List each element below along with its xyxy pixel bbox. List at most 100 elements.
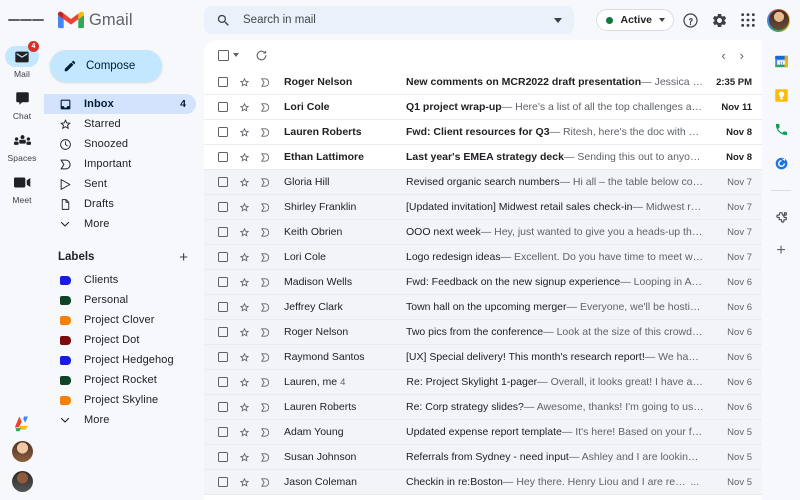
row-checkbox[interactable] [218,102,228,112]
gmail-brand[interactable]: Gmail [58,10,178,30]
important-marker-icon[interactable] [260,352,272,363]
help-button[interactable] [677,7,703,33]
google-apps-button[interactable] [735,7,761,33]
row-checkbox[interactable] [218,427,228,437]
prev-page-button[interactable]: ‹ [721,49,725,62]
next-page-button[interactable]: › [740,49,744,62]
important-marker-icon[interactable] [260,102,272,113]
search-options-icon[interactable] [554,17,562,23]
search-input[interactable] [243,14,554,26]
create-label-button[interactable]: + [179,250,188,265]
label-item-clients[interactable]: Clients [44,270,196,290]
row-checkbox[interactable] [218,352,228,362]
star-icon[interactable] [239,177,251,188]
star-icon[interactable] [239,377,251,388]
row-checkbox[interactable] [218,452,228,462]
important-marker-icon[interactable] [260,327,272,338]
sidebar-item-more[interactable]: More [44,214,196,234]
important-marker-icon[interactable] [260,302,272,313]
table-row[interactable]: Raymond Santos [UX] Special delivery! Thi… [204,345,762,370]
row-checkbox[interactable] [218,152,228,162]
row-checkbox[interactable] [218,227,228,237]
label-item-project-clover[interactable]: Project Clover [44,310,196,330]
row-checkbox[interactable] [218,302,228,312]
table-row[interactable]: Lori Cole Logo redesign ideas— Excellent.… [204,245,762,270]
important-marker-icon[interactable] [260,402,272,413]
labels-more-button[interactable]: More [44,410,196,430]
star-icon[interactable] [239,302,251,313]
important-marker-icon[interactable] [260,277,272,288]
search-box[interactable] [204,6,574,34]
important-marker-icon[interactable] [260,427,272,438]
star-icon[interactable] [239,402,251,413]
table-row[interactable]: Ethan Lattimore Last year's EMEA strategy… [204,145,762,170]
star-icon[interactable] [239,102,251,113]
row-checkbox[interactable] [218,477,228,487]
star-icon[interactable] [239,77,251,88]
table-row[interactable]: Adam Young Updated expense report templat… [204,420,762,445]
google-contacts-button[interactable] [772,154,790,172]
rail-item-spaces[interactable]: Spaces [0,130,44,163]
label-item-project-hedgehog[interactable]: Project Hedgehog [44,350,196,370]
table-row[interactable]: Shirley Franklin [Updated invitation] Mid… [204,195,762,220]
select-all-control[interactable] [218,49,239,61]
important-marker-icon[interactable] [260,152,272,163]
sidebar-item-important[interactable]: Important [44,154,196,174]
table-row[interactable]: Roger Nelson Two pics from the conference… [204,320,762,345]
table-row[interactable]: Gloria Hill Revised organic search number… [204,170,762,195]
table-row[interactable]: Jason Coleman Checkin in re:Boston— Hey t… [204,470,762,495]
row-checkbox[interactable] [218,127,228,137]
spaces-color-icon[interactable] [13,415,32,432]
rail-item-meet[interactable]: Meet [0,172,44,205]
google-calendar-button[interactable]: 11 [772,52,790,70]
star-icon[interactable] [239,477,251,488]
table-row[interactable]: Lauren Roberts Re: Corp strategy slides?—… [204,395,762,420]
table-row[interactable]: Lauren, me 4 Re: Project Skylight 1-pager—… [204,370,762,395]
star-icon[interactable] [239,127,251,138]
important-marker-icon[interactable] [260,252,272,263]
row-checkbox[interactable] [218,202,228,212]
row-checkbox[interactable] [218,77,228,87]
star-icon[interactable] [239,152,251,163]
rail-avatar-1[interactable] [11,441,33,462]
rail-avatar-2[interactable] [11,471,33,492]
star-icon[interactable] [239,277,251,288]
important-marker-icon[interactable] [260,77,272,88]
add-panel-button[interactable]: + [776,243,785,259]
google-keep-button[interactable] [772,86,790,104]
row-checkbox[interactable] [218,327,228,337]
star-icon[interactable] [239,202,251,213]
status-chip[interactable]: Active [596,9,674,31]
important-marker-icon[interactable] [260,377,272,388]
compose-button[interactable]: Compose [50,50,162,82]
settings-button[interactable] [706,7,732,33]
row-checkbox[interactable] [218,177,228,187]
table-row[interactable]: Susan Johnson Referrals from Sydney - nee… [204,445,762,470]
google-voice-button[interactable] [772,120,790,138]
row-checkbox[interactable] [218,277,228,287]
star-icon[interactable] [239,252,251,263]
sidebar-item-sent[interactable]: Sent [44,174,196,194]
refresh-button[interactable] [255,49,268,62]
row-checkbox[interactable] [218,252,228,262]
label-item-personal[interactable]: Personal [44,290,196,310]
star-icon[interactable] [239,227,251,238]
table-row[interactable]: Roger Nelson New comments on MCR2022 draf… [204,70,762,95]
important-marker-icon[interactable] [260,177,272,188]
main-menu-button[interactable] [8,2,44,38]
table-row[interactable]: Lori Cole Q1 project wrap-up— Here's a li… [204,95,762,120]
label-item-project-dot[interactable]: Project Dot [44,330,196,350]
sidebar-item-drafts[interactable]: Drafts [44,194,196,214]
star-icon[interactable] [239,427,251,438]
label-item-project-rocket[interactable]: Project Rocket [44,370,196,390]
rail-item-chat[interactable]: Chat [0,88,44,121]
rail-item-mail[interactable]: 4 Mail [0,41,44,79]
important-marker-icon[interactable] [260,127,272,138]
account-avatar[interactable] [767,8,790,32]
star-icon[interactable] [239,327,251,338]
addons-button[interactable] [772,209,790,227]
important-marker-icon[interactable] [260,452,272,463]
table-row[interactable]: Jeffrey Clark Town hall on the upcoming m… [204,295,762,320]
important-marker-icon[interactable] [260,202,272,213]
star-icon[interactable] [239,452,251,463]
